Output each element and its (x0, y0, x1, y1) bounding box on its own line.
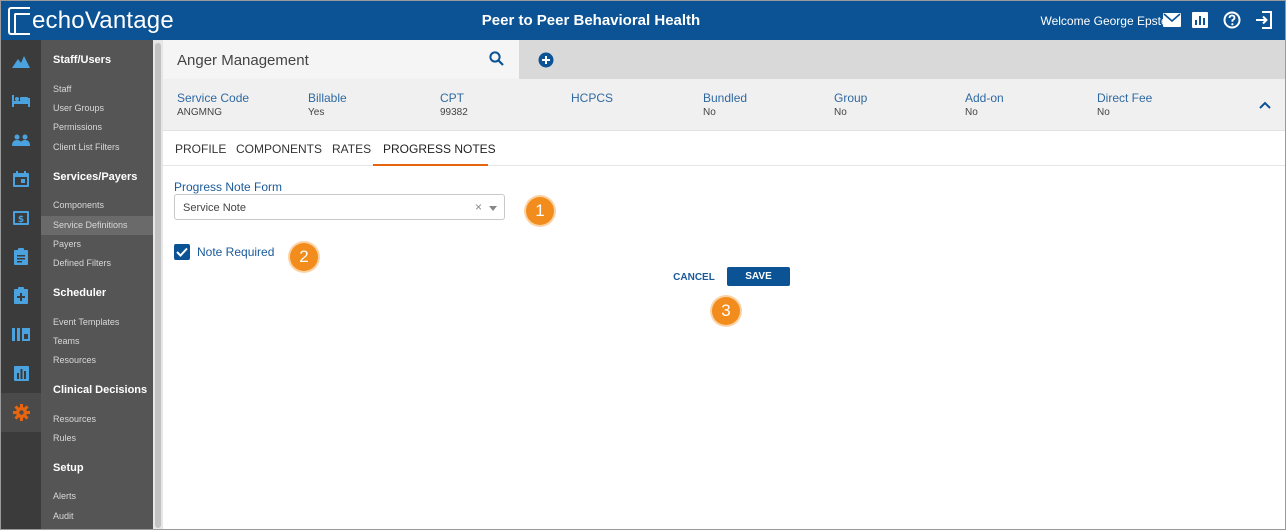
sidebar-section-staff-users[interactable]: Staff/Users (53, 54, 111, 66)
mail-icon[interactable] (1163, 11, 1181, 29)
dashboard-icon[interactable] (1, 42, 41, 81)
reports-icon[interactable] (1191, 11, 1209, 29)
medical-icon[interactable] (1, 276, 41, 315)
field-label: Service Code (177, 91, 250, 105)
svg-text:$: $ (18, 215, 24, 225)
field-add-on: Add-on No (965, 91, 1004, 118)
help-icon[interactable] (1223, 11, 1241, 29)
detail-tabs: PROFILE COMPONENTS RATES PROGRESS NOTES (163, 132, 1285, 166)
sidebar-item-client-list-filters[interactable]: Client List Filters (41, 138, 153, 157)
calendar-icon[interactable] (1, 159, 41, 198)
search-icon[interactable] (489, 51, 504, 71)
sidebar-item-staff[interactable]: Staff (41, 80, 153, 99)
app-window: echoVantage Peer to Peer Behavioral Heal… (0, 0, 1286, 530)
callout-badge-3: 3 (712, 297, 740, 325)
sidebar-item-clinical-resources[interactable]: Resources (41, 410, 153, 429)
sidebar-item-defined-filters[interactable]: Defined Filters (41, 254, 153, 273)
top-header: echoVantage Peer to Peer Behavioral Heal… (1, 1, 1285, 40)
field-value: No (703, 107, 716, 118)
select-value: Service Note (183, 202, 246, 214)
field-label: CPT (440, 91, 464, 105)
field-label: Add-on (965, 91, 1004, 105)
sidebar-item-alerts[interactable]: Alerts (41, 487, 153, 506)
field-value: No (834, 107, 847, 118)
sidebar-item-payers[interactable]: Payers (41, 235, 153, 254)
sidebar-section-clinical-decisions[interactable]: Clinical Decisions (53, 384, 147, 396)
service-title: Anger Management (177, 52, 309, 69)
callout-badge-2: 2 (290, 243, 318, 271)
field-label: Billable (308, 91, 347, 105)
field-value: ANGMNG (177, 107, 222, 118)
sidebar-section-scheduler[interactable]: Scheduler (53, 287, 106, 299)
board-icon[interactable] (1, 315, 41, 354)
field-label: Bundled (703, 91, 748, 105)
field-hcpcs: HCPCS (571, 91, 613, 107)
main-content: Anger Management Service Code ANGMNG Bil… (163, 40, 1285, 529)
sidebar-item-permissions[interactable]: Permissions (41, 118, 153, 137)
sidebar-section-services-payers[interactable]: Services/Payers (53, 171, 137, 183)
clear-icon[interactable]: × (475, 200, 482, 214)
callout-badge-1: 1 (526, 197, 554, 225)
checkmark-icon (176, 247, 188, 257)
field-label: HCPCS (571, 91, 614, 105)
tab-progress-notes[interactable]: PROGRESS NOTES (383, 142, 496, 156)
tab-rates[interactable]: RATES (332, 142, 371, 156)
sidebar-scrollbar-thumb[interactable] (155, 43, 161, 528)
logout-icon[interactable] (1255, 11, 1273, 29)
field-label: Direct Fee (1097, 91, 1153, 105)
field-direct-fee: Direct Fee No (1097, 91, 1152, 118)
progress-note-form-label: Progress Note Form (174, 180, 283, 194)
app-title: Peer to Peer Behavioral Health (481, 12, 701, 29)
save-button[interactable]: SAVE (727, 267, 790, 286)
field-value: 99382 (440, 107, 468, 118)
service-tab[interactable]: Anger Management (163, 40, 519, 79)
sidebar-item-rules[interactable]: Rules (41, 429, 153, 448)
sidebar-section-setup[interactable]: Setup (53, 462, 84, 474)
chevron-down-icon[interactable] (489, 206, 497, 211)
field-value: No (1097, 107, 1110, 118)
sidebar-item-audit[interactable]: Audit (41, 507, 153, 526)
add-icon[interactable] (538, 52, 554, 73)
billing-icon[interactable]: $ (1, 198, 41, 237)
bed-icon[interactable] (1, 81, 41, 120)
sidebar-item-event-templates[interactable]: Event Templates (41, 313, 153, 332)
sidebar-item-user-groups[interactable]: User Groups (41, 99, 153, 118)
note-required-checkbox[interactable] (174, 244, 190, 260)
tab-profile[interactable]: PROFILE (175, 142, 226, 156)
service-summary-bar: Service Code ANGMNG Billable Yes CPT 993… (163, 79, 1285, 131)
cancel-button[interactable]: CANCEL (669, 269, 719, 287)
sidebar-item-scheduler-resources[interactable]: Resources (41, 351, 153, 370)
people-icon[interactable] (1, 120, 41, 159)
field-group: Group No (834, 91, 867, 118)
field-value: Yes (308, 107, 325, 118)
active-tab-indicator (373, 164, 488, 166)
tab-components[interactable]: COMPONENTS (236, 142, 322, 156)
gear-icon[interactable] (1, 393, 41, 432)
service-tabstrip: Anger Management (163, 40, 1285, 79)
field-billable: Billable Yes (308, 91, 347, 118)
field-cpt: CPT 99382 (440, 91, 468, 118)
field-bundled: Bundled No (703, 91, 747, 118)
field-value: No (965, 107, 978, 118)
chart-icon[interactable] (1, 354, 41, 393)
chevron-up-icon[interactable] (1259, 96, 1271, 114)
sidebar-item-components[interactable]: Components (41, 196, 153, 215)
field-service-code: Service Code ANGMNG (177, 91, 249, 118)
sidebar-item-service-definitions[interactable]: Service Definitions (41, 216, 153, 235)
admin-sidebar: Staff/Users Staff User Groups Permission… (41, 40, 153, 529)
clipboard-icon[interactable] (1, 237, 41, 276)
sidebar-item-teams[interactable]: Teams (41, 332, 153, 351)
welcome-text: Welcome George Epstein (1040, 14, 1177, 28)
field-label: Group (834, 91, 868, 105)
icon-rail: $ (1, 40, 41, 529)
progress-note-form-select[interactable]: Service Note × (174, 194, 505, 220)
note-required-label[interactable]: Note Required (197, 245, 274, 259)
